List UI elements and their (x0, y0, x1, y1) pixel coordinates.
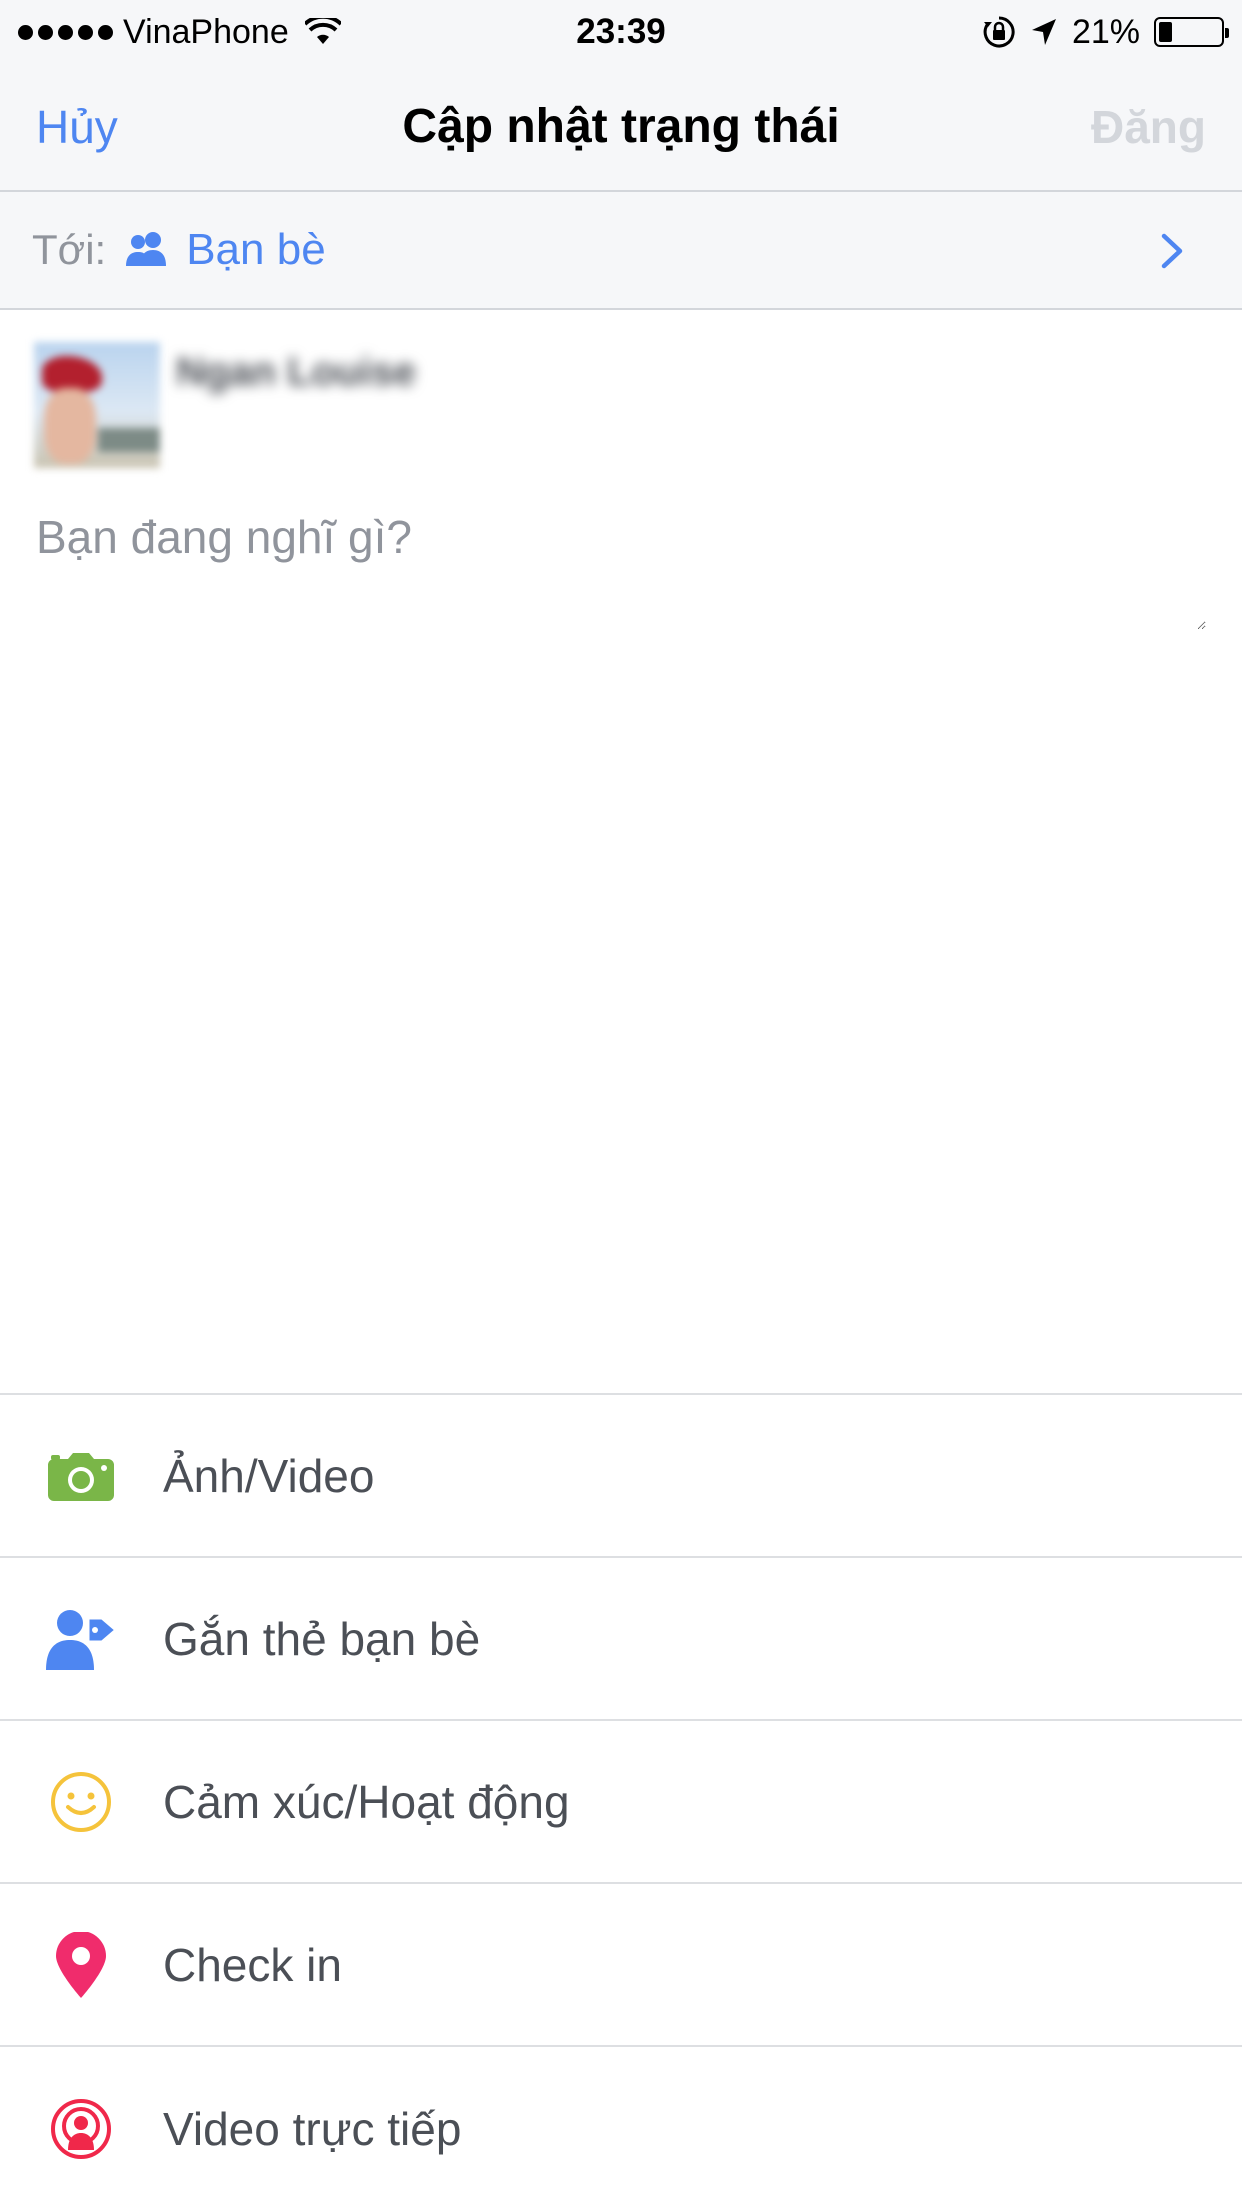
camera-icon (46, 1441, 116, 1511)
status-input[interactable] (36, 510, 1206, 630)
chevron-right-icon (1161, 233, 1183, 269)
avatar (34, 342, 160, 468)
nav-bar: Hủy Cập nhật trạng thái Đăng (0, 64, 1242, 192)
action-tag-friends[interactable]: Gắn thẻ bạn bè (0, 1558, 1242, 1721)
action-label: Gắn thẻ bạn bè (163, 1612, 481, 1665)
user-name: Ngan Louise (176, 350, 417, 394)
tag-friend-icon (46, 1604, 116, 1674)
audience-selector[interactable]: Tới: Bạn bè (0, 192, 1242, 310)
action-feeling-activity[interactable]: Cảm xúc/Hoạt động (0, 1721, 1242, 1884)
composer-actions: Ảnh/Video Gắn thẻ bạn bè Cảm xúc/Hoạt độ… (0, 1393, 1242, 2208)
action-check-in[interactable]: Check in (0, 1884, 1242, 2047)
action-label: Check in (163, 1938, 342, 1991)
location-pin-icon (46, 1930, 116, 2000)
orientation-lock-icon (983, 16, 1015, 48)
battery-percent: 21% (1071, 12, 1140, 51)
action-label: Cảm xúc/Hoạt động (163, 1775, 570, 1828)
live-video-icon (46, 2094, 116, 2164)
action-photo-video[interactable]: Ảnh/Video (0, 1395, 1242, 1558)
status-bar: VinaPhone 23:39 21% (0, 0, 1242, 64)
audience-value: Bạn bè (186, 225, 326, 274)
status-right: 21% (982, 10, 1229, 54)
page-title: Cập nhật trạng thái (402, 100, 840, 153)
friends-icon (126, 232, 167, 266)
post-button[interactable]: Đăng (1091, 64, 1206, 190)
audience-label: Tới: (32, 226, 107, 273)
action-label: Video trực tiếp (163, 2102, 462, 2155)
battery-icon (1154, 17, 1229, 47)
action-label: Ảnh/Video (163, 1449, 375, 1502)
battery-fill (1159, 22, 1172, 42)
action-live-video[interactable]: Video trực tiếp (0, 2047, 1242, 2208)
location-arrow-icon (1031, 19, 1056, 45)
smiley-icon (46, 1767, 116, 1837)
composer: Ngan Louise (0, 310, 1242, 1393)
